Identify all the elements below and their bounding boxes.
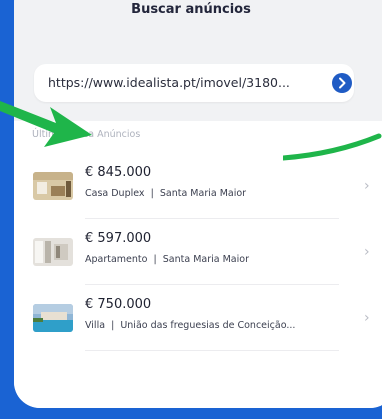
search-panel: Buscar anúncios https://www.idealista.pt…: [14, 0, 382, 408]
listing-item[interactable]: € 750.000 Villa | União das freguesias d…: [14, 285, 382, 351]
listing-price: € 750.000: [85, 297, 152, 312]
listing-price: € 597.000: [85, 231, 152, 246]
chevron-right-icon: ›: [364, 244, 370, 260]
listing-type: Villa: [85, 320, 106, 331]
chevron-right-icon: ›: [364, 310, 370, 326]
listing-item[interactable]: € 597.000 Apartamento | Santa Maria Maio…: [14, 219, 382, 285]
recent-searches-list: Última busca Anúncios € 845.000 Casa Dup…: [14, 121, 382, 408]
chevron-right-icon: ›: [364, 178, 370, 194]
submit-search-button[interactable]: [332, 73, 352, 93]
listing-type: Apartamento: [85, 254, 148, 265]
annotation-arrow-icon: [0, 101, 92, 147]
separator: |: [153, 254, 157, 265]
listing-location: Santa Maria Maior: [159, 188, 247, 199]
page-title: Buscar anúncios: [131, 2, 251, 17]
listing-location: Santa Maria Maior: [162, 254, 249, 265]
listing-price: € 845.000: [85, 165, 152, 180]
listing-description: Apartamento | Santa Maria Maior: [85, 254, 249, 265]
url-input-value[interactable]: https://www.idealista.pt/imovel/3180...: [48, 75, 290, 90]
listing-thumbnail: [33, 304, 73, 332]
separator: |: [150, 188, 154, 199]
listing-item-partial[interactable]: [14, 351, 382, 408]
arrow-right-icon: [339, 77, 346, 89]
separator: |: [111, 320, 115, 331]
listing-location: União das freguesias de Conceição...: [120, 320, 296, 331]
listing-thumbnail: [33, 172, 73, 200]
annotation-curve-icon: [283, 133, 382, 161]
listing-type: Casa Duplex: [85, 188, 145, 199]
listing-description: Casa Duplex | Santa Maria Maior: [85, 188, 246, 199]
listing-thumbnail: [33, 238, 73, 266]
listing-description: Villa | União das freguesias de Conceiçã…: [85, 320, 295, 331]
